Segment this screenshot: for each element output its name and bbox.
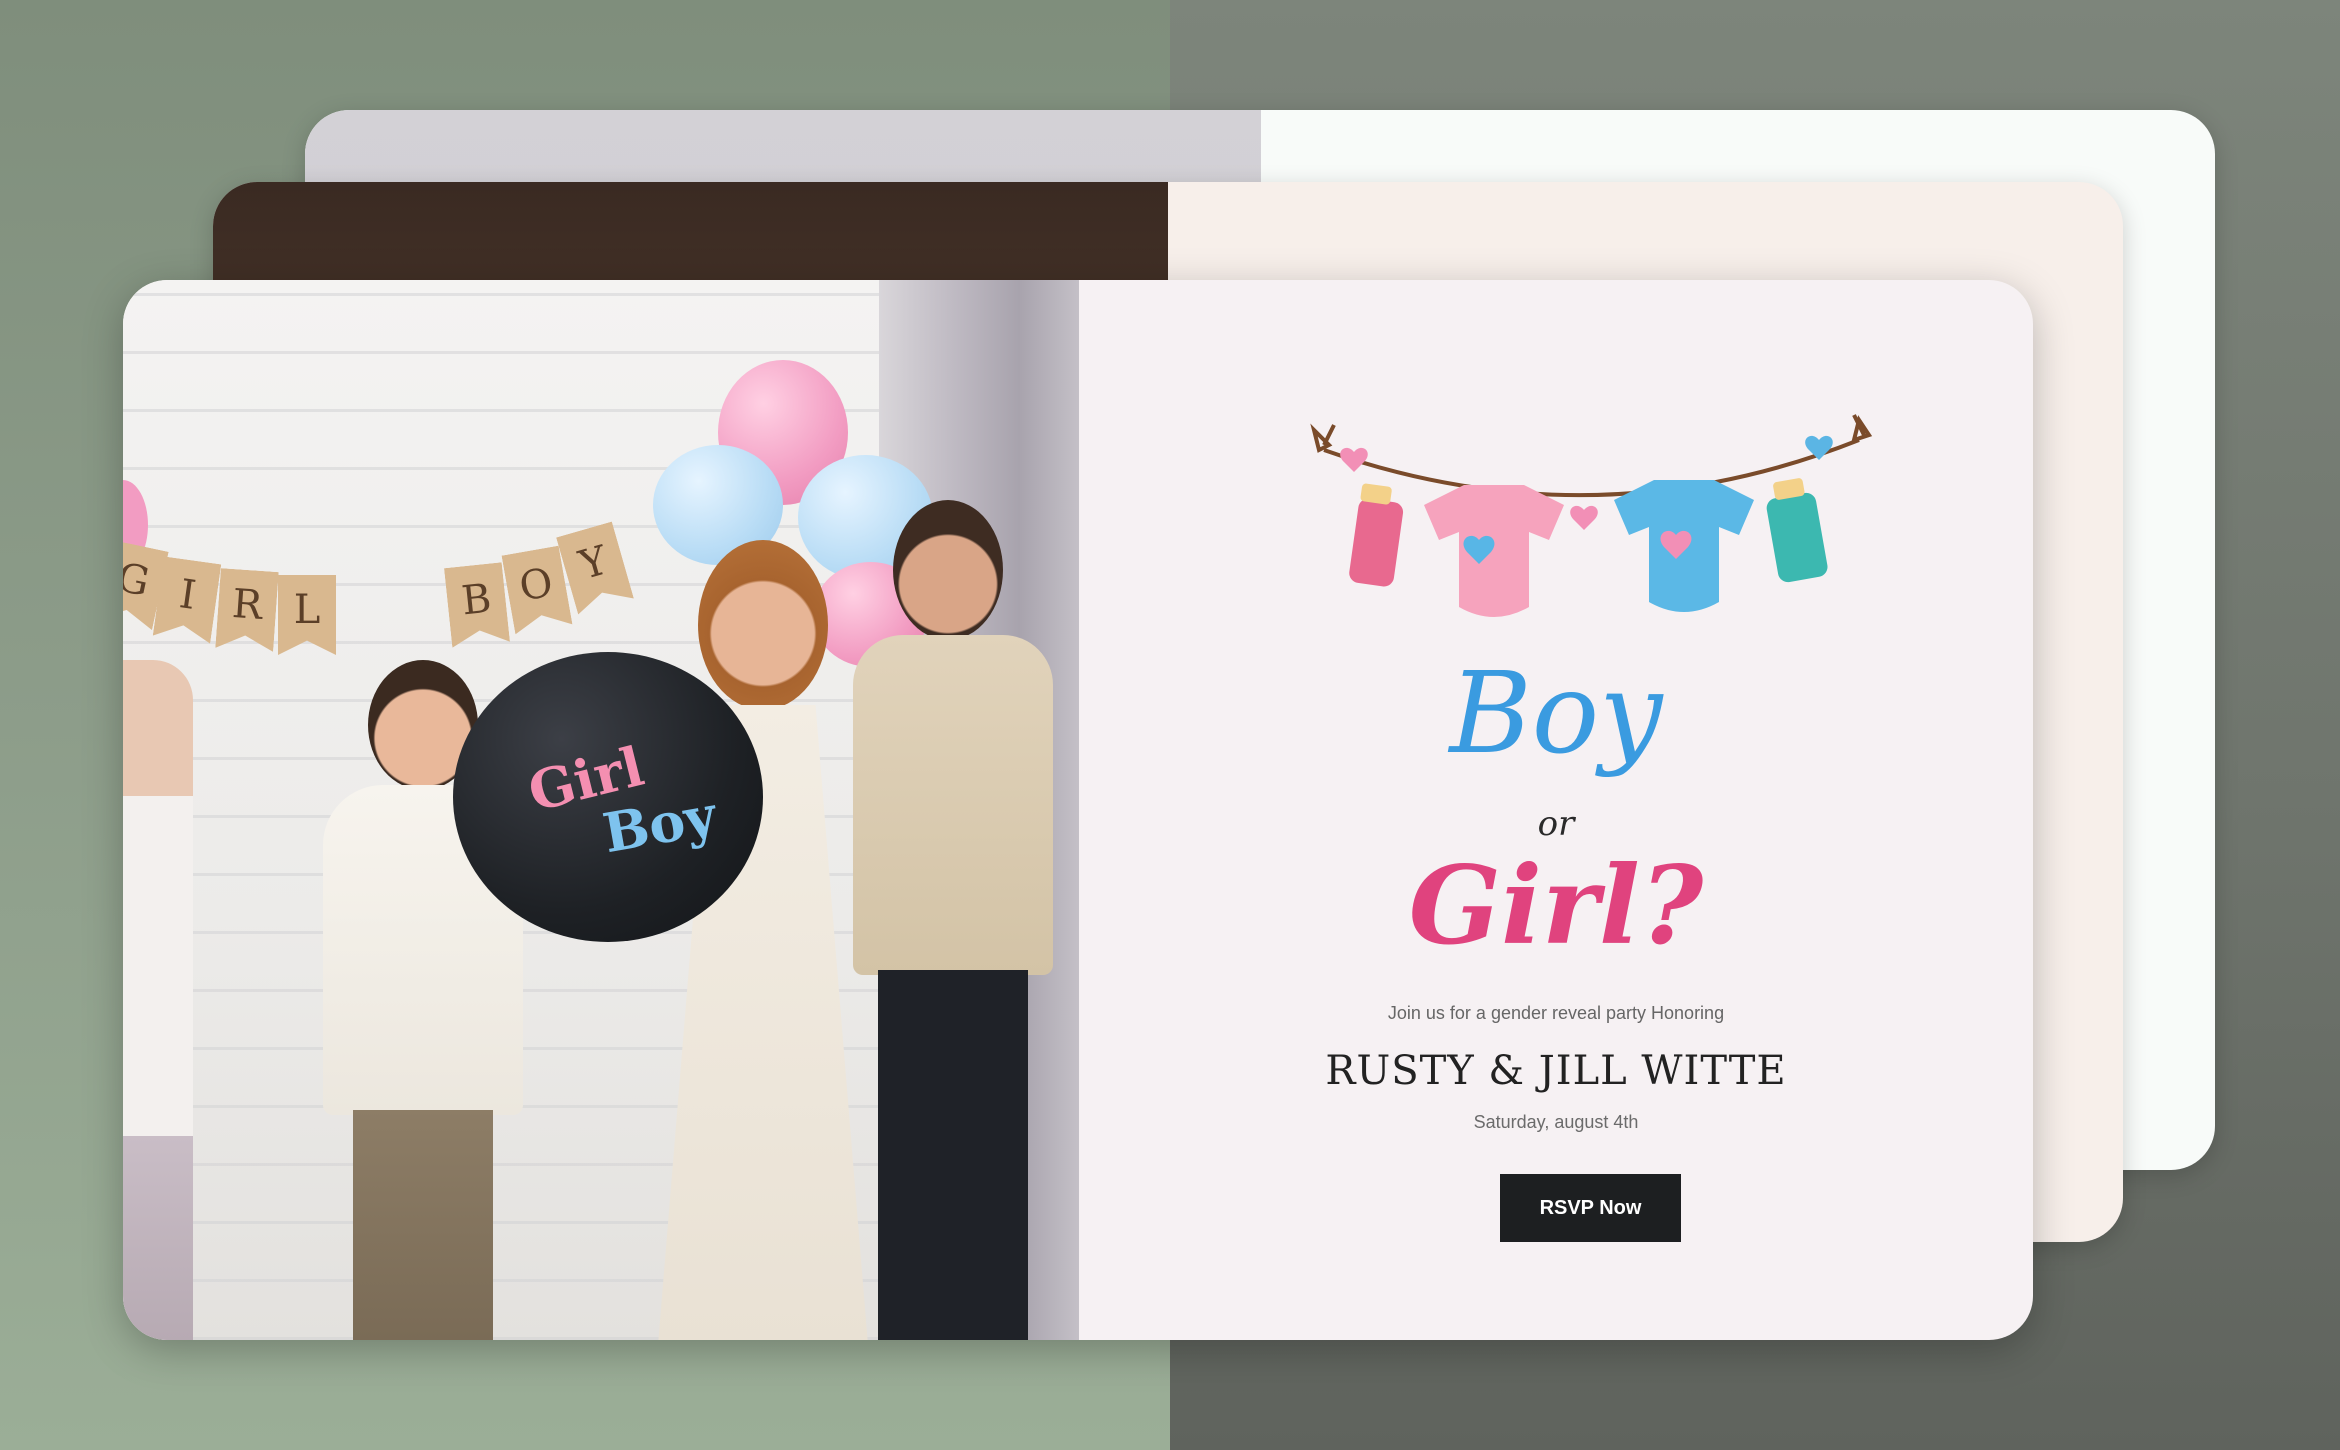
- title-or: or: [1537, 804, 1575, 844]
- person-woman-white-dress: [638, 540, 888, 1340]
- banner-flag: L: [278, 575, 336, 655]
- honoree-names: RUSTY & JILL WITTE: [1325, 1048, 1787, 1094]
- person-left-partial: [123, 660, 193, 1340]
- invitation-content: Boy or Girl? Join us for a gender reveal…: [1079, 280, 2033, 1340]
- title-girl: Girl?: [1408, 843, 1704, 969]
- banner-flag: O: [501, 546, 572, 635]
- reveal-balloon: Girl Boy: [453, 652, 763, 942]
- template-card-front[interactable]: G I R L B O Y Girl Boy Boy or Girl? Join…: [123, 280, 2033, 1340]
- event-date: Saturday, august 4th: [1473, 1112, 1639, 1132]
- invitation-intro: Join us for a gender reveal party Honori…: [1387, 1003, 1725, 1023]
- banner-flag: B: [444, 562, 510, 648]
- baby-clothes-garland-icon: [1310, 414, 1873, 617]
- title-boy: Boy: [1449, 649, 1663, 779]
- banner-flag: R: [215, 568, 278, 652]
- person-man-beige-shirt: [853, 500, 1053, 1340]
- rsvp-button[interactable]: RSVP Now: [1500, 1174, 1681, 1242]
- banner-flag: I: [153, 556, 222, 643]
- party-photo: G I R L B O Y Girl Boy: [123, 280, 1079, 1340]
